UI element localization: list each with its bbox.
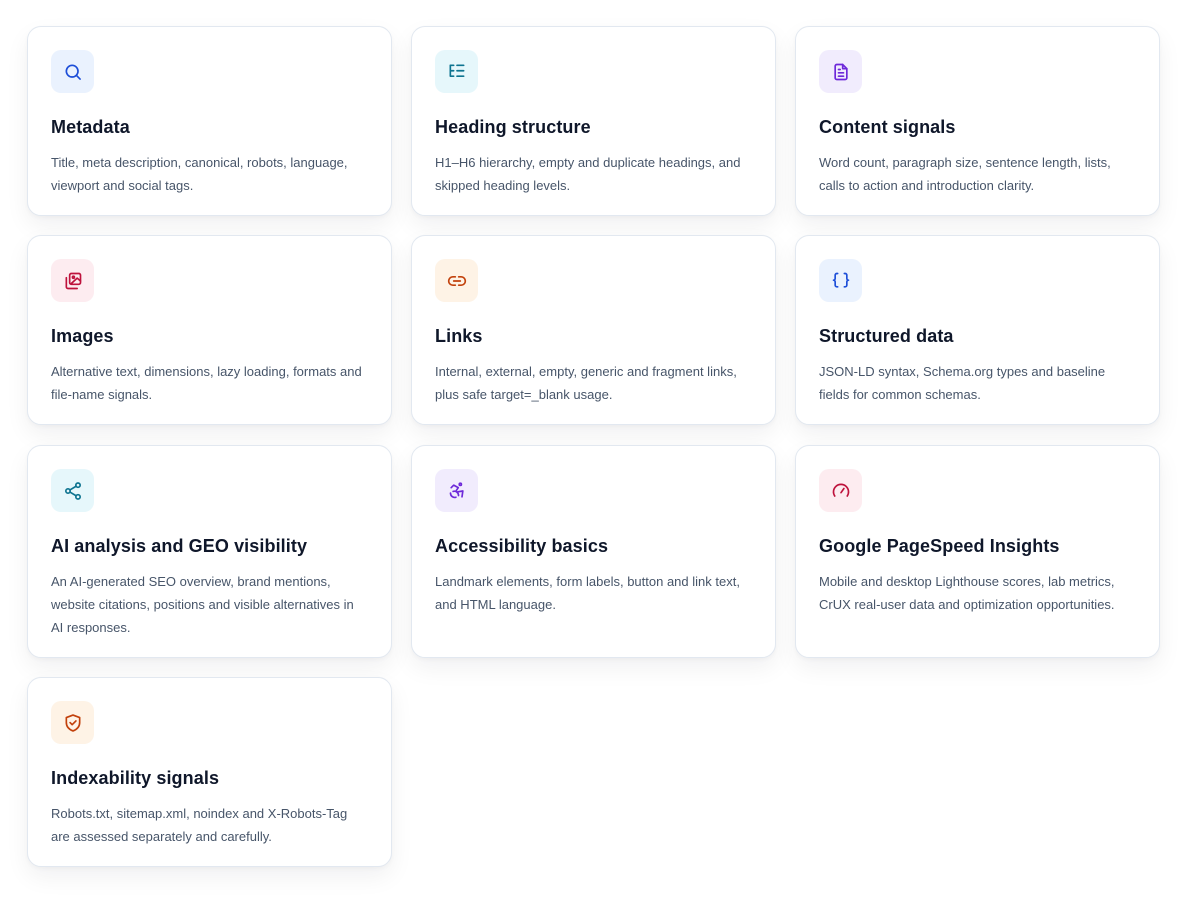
gauge-icon xyxy=(819,469,862,512)
card-links: Links Internal, external, empty, generic… xyxy=(411,235,776,425)
card-pagespeed-insights: Google PageSpeed Insights Mobile and des… xyxy=(795,445,1160,658)
card-images: Images Alternative text, dimensions, laz… xyxy=(27,235,392,425)
card-description: H1–H6 hierarchy, empty and duplicate hea… xyxy=(435,155,741,193)
card-title: Links xyxy=(435,326,483,346)
card-ai-analysis: AI analysis and GEO visibility An AI-gen… xyxy=(27,445,392,658)
card-title: Content signals xyxy=(819,117,956,137)
card-title: Indexability signals xyxy=(51,768,220,788)
card-description: Landmark elements, form labels, button a… xyxy=(435,574,740,612)
share-icon xyxy=(51,469,94,512)
card-title: Google PageSpeed Insights xyxy=(819,536,1060,556)
card-description: JSON-LD syntax, Schema.org types and bas… xyxy=(819,364,1106,402)
card-description: An AI-generated SEO overview, brand ment… xyxy=(51,574,354,635)
card-structured-data: Structured data JSON-LD syntax, Schema.o… xyxy=(795,235,1160,425)
card-accessibility-basics: Accessibility basics Landmark elements, … xyxy=(411,445,776,658)
card-title: AI analysis and GEO visibility xyxy=(51,536,308,556)
list-tree-icon xyxy=(435,50,478,93)
card-indexability-signals: Indexability signals Robots.txt, sitemap… xyxy=(27,677,392,867)
card-title: Metadata xyxy=(51,117,130,137)
card-description: Robots.txt, sitemap.xml, noindex and X-R… xyxy=(51,806,348,844)
document-icon xyxy=(819,50,862,93)
card-description: Alternative text, dimensions, lazy loadi… xyxy=(51,364,362,402)
card-description: Title, meta description, canonical, robo… xyxy=(51,155,348,193)
card-title: Structured data xyxy=(819,326,954,346)
card-content-signals: Content signals Word count, paragraph si… xyxy=(795,26,1160,216)
card-description: Mobile and desktop Lighthouse scores, la… xyxy=(819,574,1115,612)
card-title: Heading structure xyxy=(435,117,591,137)
card-description: Internal, external, empty, generic and f… xyxy=(435,364,737,402)
card-title: Accessibility basics xyxy=(435,536,609,556)
search-icon xyxy=(51,50,94,93)
braces-icon xyxy=(819,259,862,302)
link-icon xyxy=(435,259,478,302)
accessibility-icon xyxy=(435,469,478,512)
feature-grid: Metadata Title, meta description, canoni… xyxy=(0,0,1196,900)
card-metadata: Metadata Title, meta description, canoni… xyxy=(27,26,392,216)
images-icon xyxy=(51,259,94,302)
card-heading-structure: Heading structure H1–H6 hierarchy, empty… xyxy=(411,26,776,216)
card-description: Word count, paragraph size, sentence len… xyxy=(819,155,1111,193)
shield-check-icon xyxy=(51,701,94,744)
card-title: Images xyxy=(51,326,114,346)
